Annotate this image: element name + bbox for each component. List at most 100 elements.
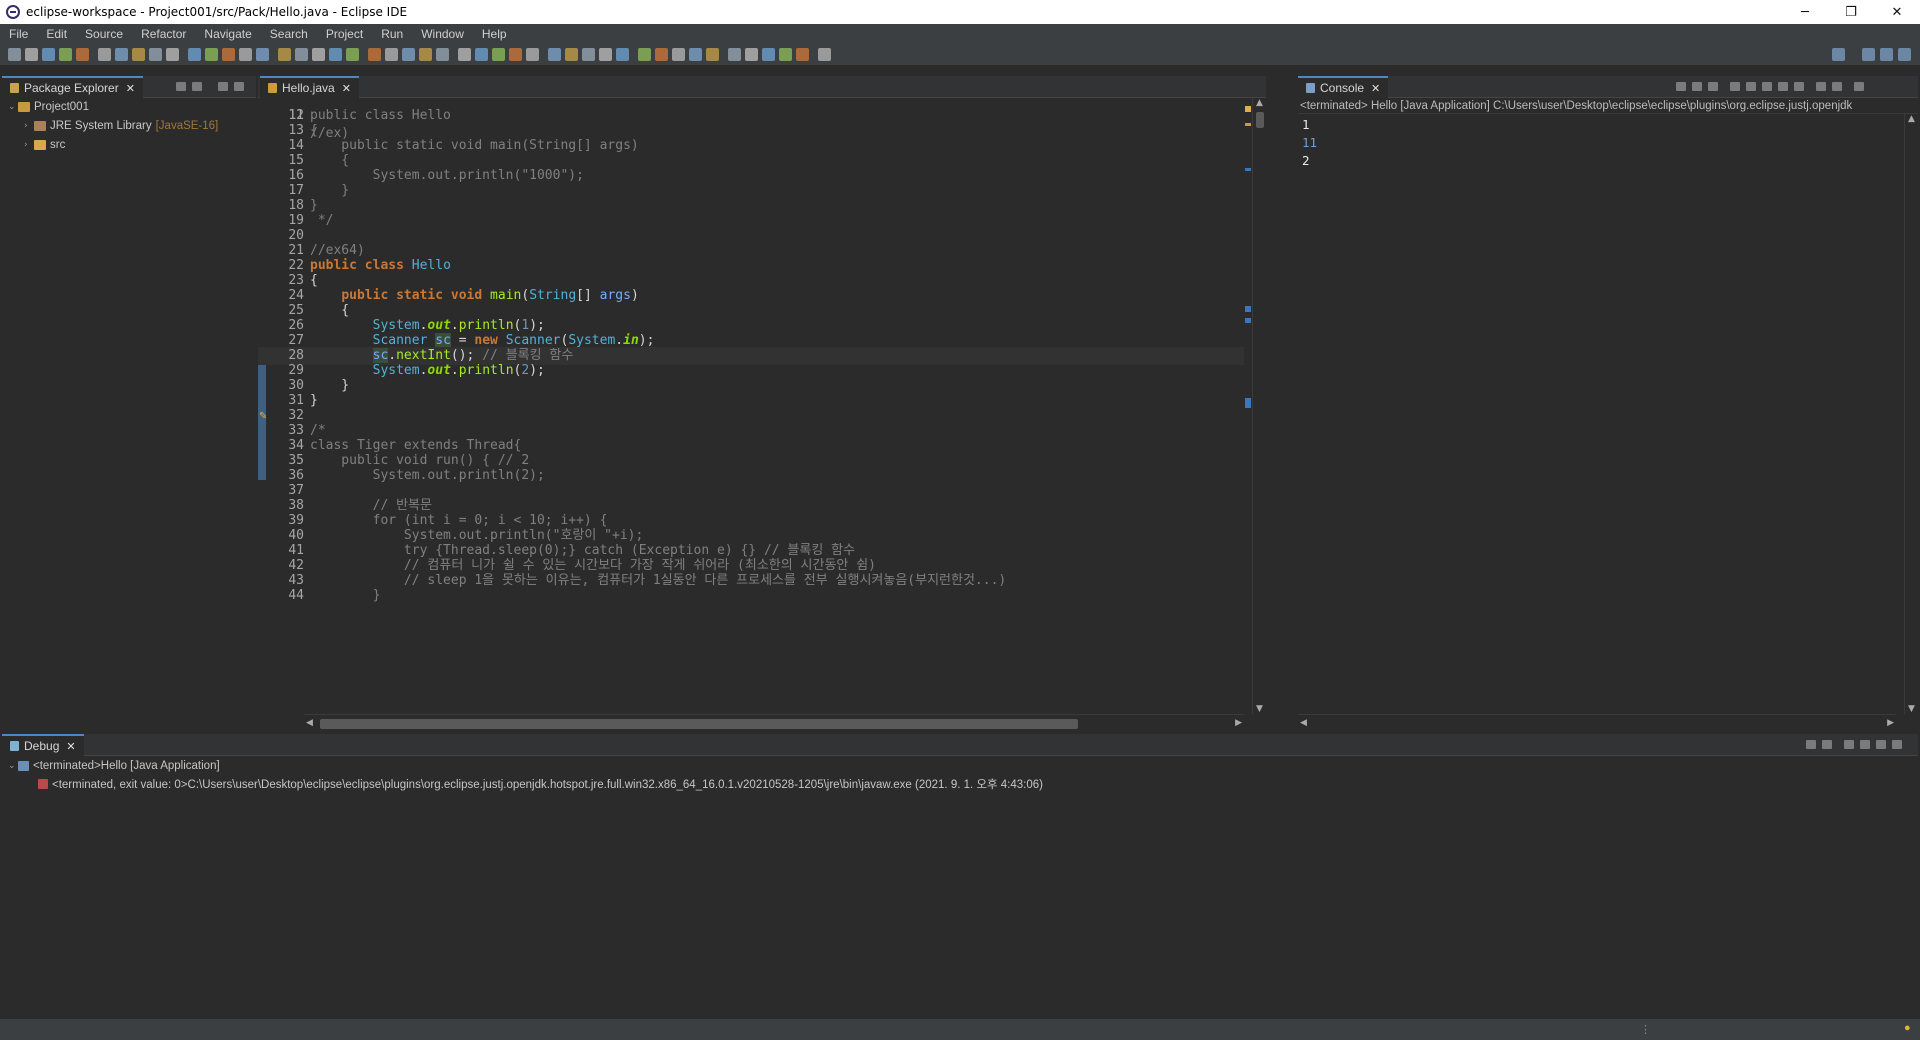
menu-refactor[interactable]: Refactor [132, 24, 195, 44]
toolbar-button-icon[interactable] [638, 48, 651, 61]
toolbar-button-icon[interactable] [818, 48, 831, 61]
menu-navigate[interactable]: Navigate [195, 24, 260, 44]
remove-terminated-icon[interactable] [1822, 740, 1832, 749]
toolbar-button-icon[interactable] [475, 48, 488, 61]
overview-mark[interactable] [1245, 168, 1251, 171]
minimize-button[interactable]: ─ [1782, 0, 1828, 24]
warning-marker-icon[interactable] [1245, 106, 1251, 112]
collapse-all-icon[interactable] [1806, 740, 1816, 749]
console-horizontal-scrollbar[interactable]: ◀ ▶ [1298, 714, 1896, 732]
toolbar-button-icon[interactable] [256, 48, 269, 61]
toolbar-button-icon[interactable] [655, 48, 668, 61]
toolbar-button-icon[interactable] [295, 48, 308, 61]
toolbar-button-icon[interactable] [312, 48, 325, 61]
debug-process-item[interactable]: <terminated, exit value: 0>C:\Users\user… [38, 776, 1043, 792]
perspective-icon[interactable] [1862, 48, 1875, 61]
toolbar-button-icon[interactable] [672, 48, 685, 61]
close-tab-icon[interactable]: ✕ [1371, 82, 1380, 95]
toolbar-button-icon[interactable] [509, 48, 522, 61]
debug-launch-item[interactable]: ⌄ <terminated>Hello [Java Application] [8, 758, 220, 774]
menu-edit[interactable]: Edit [37, 24, 76, 44]
toolbar-button-icon[interactable] [689, 48, 702, 61]
toolbar-button-icon[interactable] [188, 48, 201, 61]
menu-file[interactable]: File [0, 24, 37, 44]
close-tab-icon[interactable]: ✕ [66, 740, 75, 753]
toolbar-button-icon[interactable] [25, 48, 38, 61]
perspective-icon[interactable] [1898, 48, 1911, 61]
toolbar-button-icon[interactable] [385, 48, 398, 61]
scroll-right-icon[interactable]: ▶ [1235, 718, 1242, 728]
show-console-icon[interactable] [1794, 82, 1804, 91]
tree-item-project001[interactable]: ⌄ Project001 [8, 99, 89, 115]
minimize-view-icon[interactable] [1876, 740, 1886, 749]
tab-console[interactable]: Console ✕ [1298, 76, 1389, 98]
tree-item-jre-system-library[interactable]: › JRE System Library [JavaSE-16] [24, 118, 218, 134]
close-tab-icon[interactable]: ✕ [126, 82, 135, 95]
toolbar-button-icon[interactable] [8, 48, 21, 61]
toolbar-button-icon[interactable] [278, 48, 291, 61]
toolbar-button-icon[interactable] [616, 48, 629, 61]
console-vertical-scrollbar[interactable]: ▲ ▼ [1904, 114, 1918, 714]
editor-horizontal-scrollbar[interactable]: ◀ ▶ [304, 714, 1244, 732]
scroll-thumb[interactable] [1256, 112, 1264, 128]
toolbar-button-icon[interactable] [132, 48, 145, 61]
tab-hello-java[interactable]: Hello.java ✕ [260, 76, 359, 98]
minimize-view-icon[interactable] [1854, 82, 1864, 91]
tip-lightbulb-icon[interactable]: ● [1904, 1022, 1911, 1034]
filter-icon[interactable] [218, 82, 228, 91]
toolbar-button-icon[interactable] [779, 48, 792, 61]
console-output[interactable]: 1 11 2 [1302, 116, 1317, 170]
chevron-right-icon[interactable]: › [24, 121, 34, 131]
scroll-left-icon[interactable]: ◀ [306, 718, 313, 728]
toolbar-button-icon[interactable] [115, 48, 128, 61]
toolbar-button-icon[interactable] [526, 48, 539, 61]
toolbar-button-icon[interactable] [706, 48, 719, 61]
scroll-down-icon[interactable]: ▼ [1256, 704, 1263, 714]
remove-launch-icon[interactable] [1692, 82, 1702, 91]
close-tab-icon[interactable]: ✕ [342, 82, 351, 95]
toolbar-button-icon[interactable] [419, 48, 432, 61]
menu-run[interactable]: Run [372, 24, 412, 44]
toolbar-button-icon[interactable] [166, 48, 179, 61]
toolbar-button-icon[interactable] [205, 48, 218, 61]
toolbar-button-icon[interactable] [346, 48, 359, 61]
menu-source[interactable]: Source [76, 24, 132, 44]
toolbar-button-icon[interactable] [745, 48, 758, 61]
collapse-all-icon[interactable] [176, 82, 186, 91]
search-icon[interactable] [1832, 48, 1845, 61]
tab-package-explorer[interactable]: Package Explorer ✕ [2, 76, 143, 98]
maximize-view-icon[interactable] [1892, 740, 1902, 749]
clear-console-icon[interactable] [1730, 82, 1740, 91]
toolbar-button-icon[interactable] [59, 48, 72, 61]
toolbar-button-icon[interactable] [239, 48, 252, 61]
pin-console-icon[interactable] [1778, 82, 1788, 91]
restore-button[interactable]: ❐ [1828, 0, 1874, 24]
chevron-right-icon[interactable]: › [24, 140, 34, 150]
toolbar-button-icon[interactable] [599, 48, 612, 61]
toolbar-button-icon[interactable] [222, 48, 235, 61]
scroll-up-icon[interactable]: ▲ [1256, 98, 1263, 108]
toolbar-button-icon[interactable] [582, 48, 595, 61]
code-area[interactable]: 11 //ex) 12 public class Hello 13{14 publi… [258, 98, 1244, 714]
scroll-lock-icon[interactable] [1746, 82, 1756, 91]
perspective-icon[interactable] [1880, 48, 1893, 61]
toolbar-button-icon[interactable] [548, 48, 561, 61]
toolbar-button-icon[interactable] [565, 48, 578, 61]
tree-item-src[interactable]: › src [24, 137, 65, 153]
view-menu-icon[interactable] [1860, 740, 1870, 749]
menu-help[interactable]: Help [473, 24, 516, 44]
scroll-right-icon[interactable]: ▶ [1887, 718, 1894, 728]
link-with-editor-icon[interactable] [192, 82, 202, 91]
menu-project[interactable]: Project [317, 24, 372, 44]
toolbar-button-icon[interactable] [492, 48, 505, 61]
toolbar-button-icon[interactable] [76, 48, 89, 61]
chevron-down-icon[interactable]: ⌄ [8, 761, 18, 771]
scroll-up-icon[interactable]: ▲ [1908, 114, 1915, 124]
chevron-down-icon[interactable]: ⌄ [8, 102, 18, 112]
scroll-left-icon[interactable]: ◀ [1300, 718, 1307, 728]
filter-icon[interactable] [1844, 740, 1854, 749]
toolbar-button-icon[interactable] [728, 48, 741, 61]
toolbar-button-icon[interactable] [458, 48, 471, 61]
display-console-icon[interactable] [1816, 82, 1826, 91]
editor-vertical-scrollbar[interactable]: ▲ ▼ [1252, 98, 1266, 714]
